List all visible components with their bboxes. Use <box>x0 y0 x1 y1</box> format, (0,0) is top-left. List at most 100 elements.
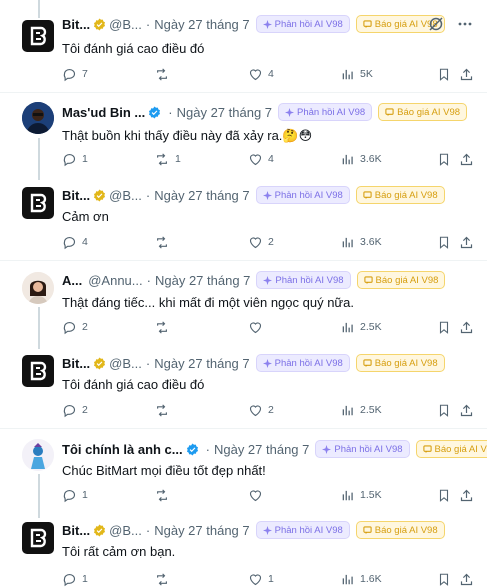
share-button[interactable] <box>459 233 474 251</box>
avatar[interactable] <box>22 20 54 52</box>
avatar[interactable] <box>22 102 54 134</box>
share-button[interactable] <box>459 65 474 83</box>
profile-photo-icon <box>22 272 54 304</box>
like-count: 2 <box>268 404 274 416</box>
tweet[interactable]: Bit... @B... · Ngày 27 tháng 7 Phản hồi … <box>0 0 487 92</box>
tweet[interactable]: A... @Annu... · Ngày 27 tháng 7 Phản hồi… <box>0 261 487 349</box>
reply-button[interactable]: 2 <box>62 318 88 336</box>
views-button[interactable]: 2.5K <box>341 401 382 419</box>
reply-button[interactable]: 2 <box>62 401 88 419</box>
ai-reply-button[interactable]: Phản hồi AI V98 <box>278 103 373 121</box>
bookmark-button[interactable] <box>437 486 451 504</box>
retweet-button[interactable] <box>154 486 175 504</box>
avatar[interactable] <box>22 355 54 387</box>
handle[interactable]: @B... <box>109 17 142 32</box>
display-name[interactable]: A... <box>62 273 82 288</box>
more-icon[interactable] <box>457 16 473 32</box>
bookmark-button[interactable] <box>437 233 451 251</box>
like-button[interactable]: 4 <box>248 150 274 168</box>
ai-reply-button[interactable]: Phản hồi AI V98 <box>255 186 350 204</box>
handle[interactable]: @B... <box>109 523 142 538</box>
like-button[interactable] <box>248 318 268 336</box>
price-quote-button[interactable]: Báo giá AI V98 <box>355 354 445 372</box>
reply-button[interactable]: 1 <box>62 150 88 168</box>
avatar[interactable] <box>22 522 54 554</box>
timestamp[interactable]: Ngày 27 tháng 7 <box>214 442 309 457</box>
display-name[interactable]: Bit... <box>62 17 90 32</box>
price-quote-button[interactable]: Báo giá AI V98 <box>415 440 487 458</box>
timestamp[interactable]: Ngày 27 tháng 7 <box>154 356 249 371</box>
handle[interactable]: @B... <box>109 356 142 371</box>
reply-button[interactable]: 1 <box>62 486 88 504</box>
retweet-button[interactable]: 1 <box>154 150 181 168</box>
display-name[interactable]: Bit... <box>62 188 90 203</box>
tweet[interactable]: Mas'ud Bin ... · Ngày 27 tháng 7 Phản hồ… <box>0 93 487 181</box>
reply-button[interactable]: 4 <box>62 233 88 251</box>
retweet-button[interactable] <box>154 570 175 588</box>
ai-reply-button[interactable]: Phản hồi AI V98 <box>255 354 350 372</box>
ai-reply-button[interactable]: Phản hồi AI V98 <box>315 440 410 458</box>
sparkle-icon <box>262 190 272 200</box>
retweet-button[interactable] <box>154 401 175 419</box>
tweet-header: A... @Annu... · Ngày 27 tháng 7 Phản hồi… <box>62 270 487 290</box>
tweet[interactable]: Bit... @B... · Ngày 27 tháng 7 Phản hồi … <box>0 181 487 259</box>
price-quote-button[interactable]: Báo giá AI V98 <box>356 271 446 289</box>
retweet-button[interactable] <box>154 318 175 336</box>
like-button[interactable]: 2 <box>248 401 274 419</box>
bookmark-button[interactable] <box>437 401 451 419</box>
views-button[interactable]: 1.5K <box>341 486 382 504</box>
tweet[interactable]: Bit... @B... · Ngày 27 tháng 7 Phản hồi … <box>0 518 487 586</box>
display-name[interactable]: Mas'ud Bin ... <box>62 105 145 120</box>
timestamp[interactable]: Ngày 27 tháng 7 <box>154 523 249 538</box>
views-button[interactable]: 3.6K <box>341 233 382 251</box>
price-quote-button[interactable]: Báo giá AI V98 <box>355 521 445 539</box>
bookmark-button[interactable] <box>437 318 451 336</box>
like-button[interactable]: 1 <box>248 570 274 588</box>
timestamp[interactable]: Ngày 27 tháng 7 <box>154 17 249 32</box>
grok-icon[interactable] <box>428 16 444 32</box>
handle[interactable]: @B... <box>109 188 142 203</box>
views-button[interactable]: 5K <box>341 65 373 83</box>
ai-reply-button[interactable]: Phản hồi AI V98 <box>255 521 350 539</box>
handle[interactable]: @Annu... <box>88 273 142 288</box>
avatar[interactable] <box>22 439 54 471</box>
share-button[interactable] <box>459 401 474 419</box>
reply-button[interactable]: 1 <box>62 570 88 588</box>
ai-reply-label: Phản hồi AI V98 <box>334 443 403 455</box>
retweet-icon <box>157 320 167 334</box>
reply-button[interactable]: 7 <box>62 65 88 83</box>
share-button[interactable] <box>459 486 474 504</box>
like-button[interactable]: 4 <box>248 65 274 83</box>
timestamp[interactable]: Ngày 27 tháng 7 <box>177 105 272 120</box>
display-name[interactable]: Bit... <box>62 523 90 538</box>
heart-icon <box>249 321 262 333</box>
like-button[interactable]: 2 <box>248 233 274 251</box>
ai-reply-button[interactable]: Phản hồi AI V98 <box>256 271 351 289</box>
avatar[interactable] <box>22 272 54 304</box>
bookmark-button[interactable] <box>437 65 451 83</box>
display-name[interactable]: Tôi chính là anh c... <box>62 442 183 457</box>
price-quote-button[interactable]: Báo giá AI V98 <box>355 186 445 204</box>
like-button[interactable] <box>248 486 268 504</box>
price-quote-button[interactable]: Báo giá AI V98 <box>378 103 468 121</box>
like-count: 2 <box>268 236 274 248</box>
share-button[interactable] <box>459 570 474 588</box>
views-button[interactable]: 3.6K <box>341 150 382 168</box>
bookmark-button[interactable] <box>437 570 451 588</box>
timestamp[interactable]: Ngày 27 tháng 7 <box>154 188 249 203</box>
tweet[interactable]: Tôi chính là anh c... · Ngày 27 tháng 7 … <box>0 429 487 518</box>
share-button[interactable] <box>459 150 474 168</box>
share-icon <box>460 573 473 585</box>
retweet-button[interactable] <box>154 233 175 251</box>
avatar[interactable] <box>22 187 54 219</box>
bookmark-button[interactable] <box>437 150 451 168</box>
retweet-button[interactable] <box>154 65 175 83</box>
views-button[interactable]: 1.6K <box>341 570 382 588</box>
tweet[interactable]: Bit... @B... · Ngày 27 tháng 7 Phản hồi … <box>0 349 487 427</box>
ai-reply-button[interactable]: Phản hồi AI V98 <box>255 15 350 33</box>
like-count: 1 <box>268 573 274 585</box>
views-button[interactable]: 2.5K <box>341 318 382 336</box>
share-button[interactable] <box>459 318 474 336</box>
timestamp[interactable]: Ngày 27 tháng 7 <box>155 273 250 288</box>
display-name[interactable]: Bit... <box>62 356 90 371</box>
